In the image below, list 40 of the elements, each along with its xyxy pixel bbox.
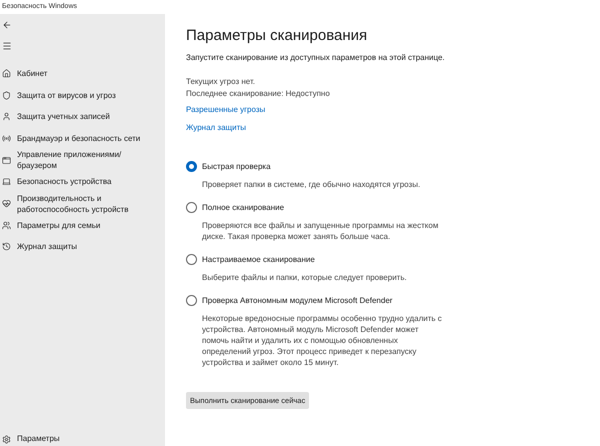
link[interactable]: Журнал защиты [186,123,246,133]
option-description: Проверяются все файлы и запущенные программы на жестком диске. Такая проверка может занять больше часа. [202,220,440,242]
history-icon [2,242,11,252]
status-text: Последнее сканирование: Недоступно [186,89,331,99]
settings-item[interactable]: Параметры [17,433,60,445]
radio-button[interactable] [186,254,197,265]
radio-button[interactable] [186,161,197,172]
radio-button[interactable] [186,202,197,213]
antenna-icon [2,134,11,143]
sidebar-item[interactable]: Защита от вирусов и угроз [17,90,157,101]
laptop-icon [2,177,11,186]
page-title: Параметры сканирования [186,26,368,46]
page-subtitle: Запустите сканирование из доступных параметров на этой странице. [186,52,446,64]
option-label[interactable]: Быстрая проверка [202,161,271,172]
link[interactable]: Разрешенные угрозы [186,105,266,115]
status-text: Текущих угроз нет. [186,77,256,87]
shield-icon [2,90,11,100]
back-icon[interactable] [2,20,12,30]
sidebar-item[interactable]: Журнал защиты [17,241,157,252]
option-description: Проверяет папки в системе, где обычно находятся угрозы. [202,179,422,190]
sidebar-item[interactable]: Безопасность устройства [17,176,157,188]
sidebar-item[interactable]: Кабинет [17,68,157,80]
heart-pulse-icon [2,199,11,208]
settings-icon [2,434,11,444]
option-label[interactable]: Проверка Автономным модулем Microsoft Defender [202,295,392,306]
menu-icon[interactable] [2,41,12,51]
option-label[interactable]: Полное сканирование [202,202,284,213]
radio-button[interactable] [186,295,197,306]
window-icon [2,156,11,164]
people-icon [2,220,11,230]
sidebar-item[interactable]: Защита учетных записей [17,111,157,122]
sidebar-item[interactable]: Производительность и работоспособность устройств [17,192,157,214]
option-description: Выберите файлы и папки, которые следует проверить. [202,272,408,283]
option-description: Некоторые вредоносные программы особенно трудно удалить с устройства. Автономный модуль Microsoft Defender может помочь найти и удалить их с помощью обновленных определений угроз. Этот процесс приведет к перезапуску устройства и займет около 15 минут. [202,313,443,368]
sidebar-item[interactable]: Брандмауэр и безопасность сети [17,132,157,144]
option-label[interactable]: Настраиваемое сканирование [202,254,315,265]
home-icon [2,69,11,78]
sidebar-item[interactable]: Управление приложениями/браузером [17,149,157,171]
person-icon [2,112,11,122]
sidebar-item[interactable]: Параметры для семьи [17,220,157,231]
